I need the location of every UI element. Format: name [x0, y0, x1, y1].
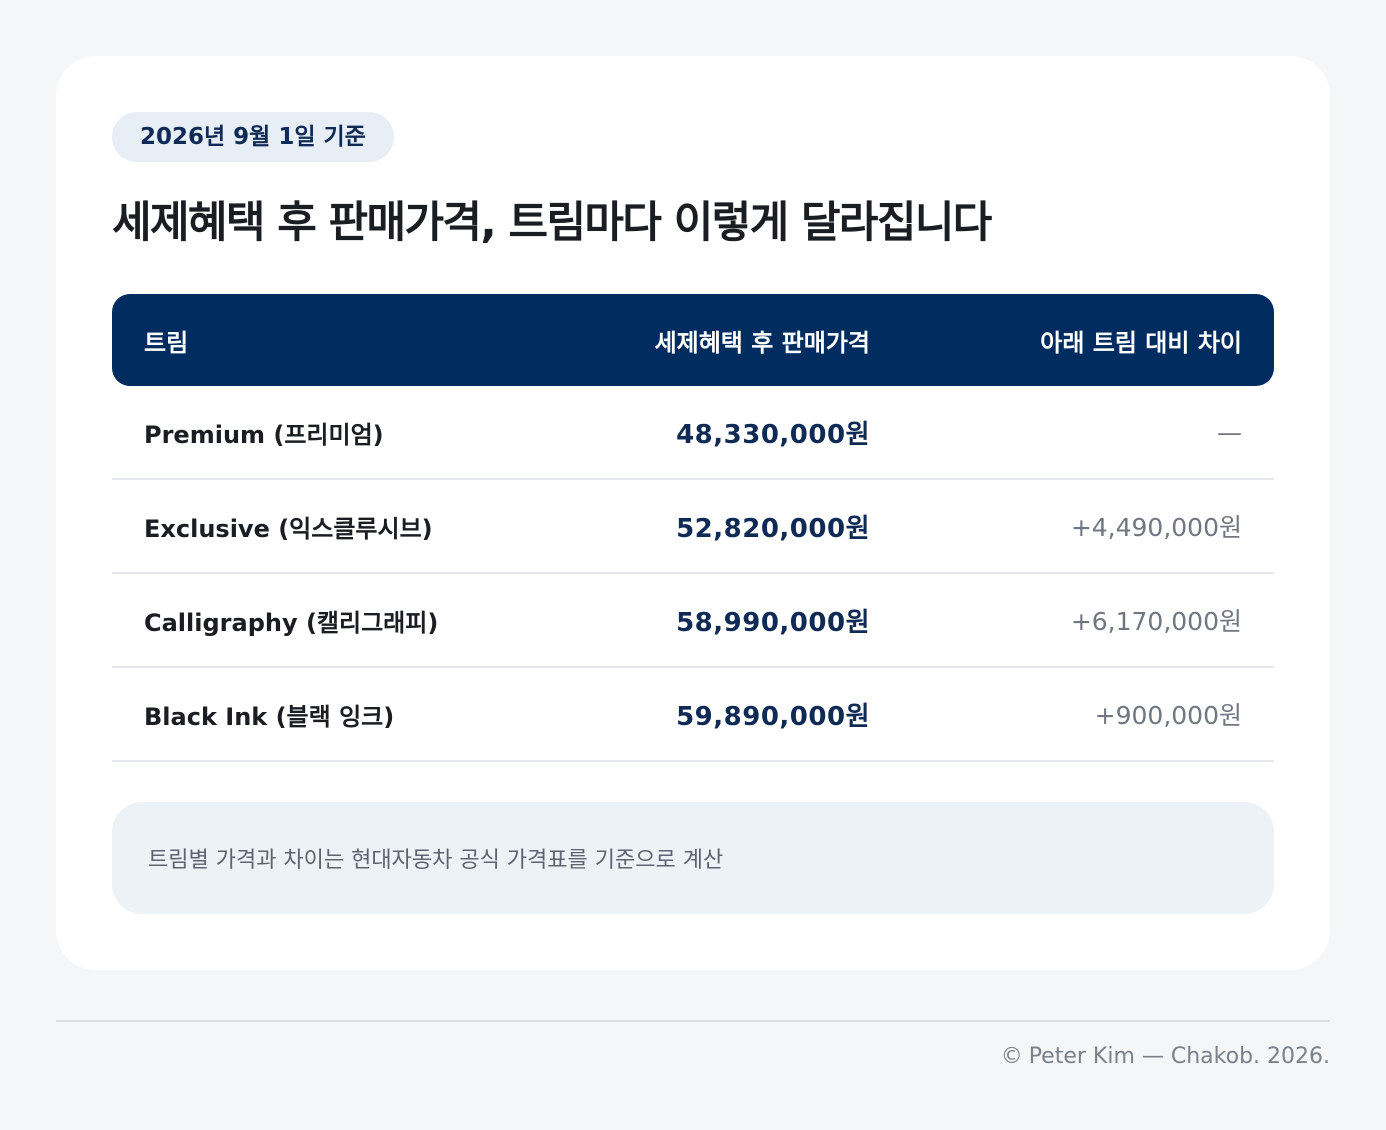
copyright-icon: ©: [1000, 1044, 1023, 1069]
trim-name: Exclusive (익스클루시브): [144, 514, 433, 543]
footer-credit: © Peter Kim — Chakob. 2026.: [1001, 1044, 1330, 1069]
page-title: 세제혜택 후 판매가격, 트림마다 이렇게 달라집니다: [112, 198, 992, 248]
credit-text: Peter Kim — Chakob. 2026.: [1028, 1044, 1330, 1069]
column-header-price: 세제혜택 후 판매가격: [654, 328, 870, 357]
column-header-trim: 트림: [144, 328, 189, 357]
price-card: 2026년 9월 1일 기준 세제혜택 후 판매가격, 트림마다 이렇게 달라집…: [56, 56, 1330, 970]
table-row: Exclusive (익스클루시브) 52,820,000원 +4,490,00…: [112, 480, 1274, 574]
trim-name: Black Ink (블랙 잉크): [144, 702, 395, 731]
footnote-text: 트림별 가격과 차이는 현대자동차 공식 가격표를 기준으로 계산: [148, 848, 724, 873]
trim-diff: +6,170,000원: [1070, 607, 1242, 636]
date-badge: 2026년 9월 1일 기준: [112, 112, 394, 162]
table-row: Calligraphy (캘리그래피) 58,990,000원 +6,170,0…: [112, 574, 1274, 668]
column-header-diff: 아래 트림 대비 차이: [1040, 328, 1242, 357]
trim-price: 58,990,000원: [676, 607, 870, 638]
table-row: Premium (프리미엄) 48,330,000원 —: [112, 386, 1274, 480]
trim-diff: +900,000원: [1094, 701, 1242, 730]
table-body: Premium (프리미엄) 48,330,000원 — Exclusive (…: [112, 386, 1274, 762]
trim-name: Calligraphy (캘리그래피): [144, 608, 439, 637]
footer-divider: [56, 1020, 1330, 1022]
table-header: 트림 세제혜택 후 판매가격 아래 트림 대비 차이: [112, 294, 1274, 386]
trim-price: 59,890,000원: [676, 701, 870, 732]
footnote-box: 트림별 가격과 차이는 현대자동차 공식 가격표를 기준으로 계산: [112, 802, 1274, 914]
trim-diff: +4,490,000원: [1070, 513, 1242, 542]
trim-diff: —: [1217, 417, 1242, 447]
table-row: Black Ink (블랙 잉크) 59,890,000원 +900,000원: [112, 668, 1274, 762]
trim-name: Premium (프리미엄): [144, 420, 384, 449]
trim-price: 52,820,000원: [676, 513, 870, 544]
trim-price: 48,330,000원: [676, 419, 870, 450]
